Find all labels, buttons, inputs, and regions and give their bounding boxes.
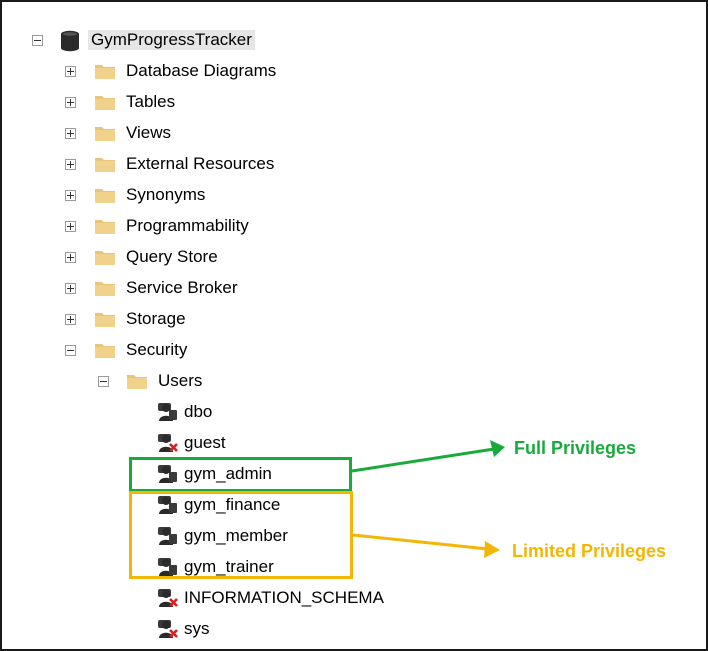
- full-privileges-label: Full Privileges: [514, 438, 637, 458]
- limited-privileges-arrowhead: [484, 541, 500, 558]
- limited-privileges-label: Limited Privileges: [512, 541, 667, 561]
- object-explorer-tree: GymProgressTracker Database Diagrams Tab…: [0, 0, 708, 651]
- full-privileges-arrow: [351, 447, 495, 473]
- full-privileges-arrowhead: [490, 440, 505, 457]
- limited-privileges-arrow: [352, 533, 489, 551]
